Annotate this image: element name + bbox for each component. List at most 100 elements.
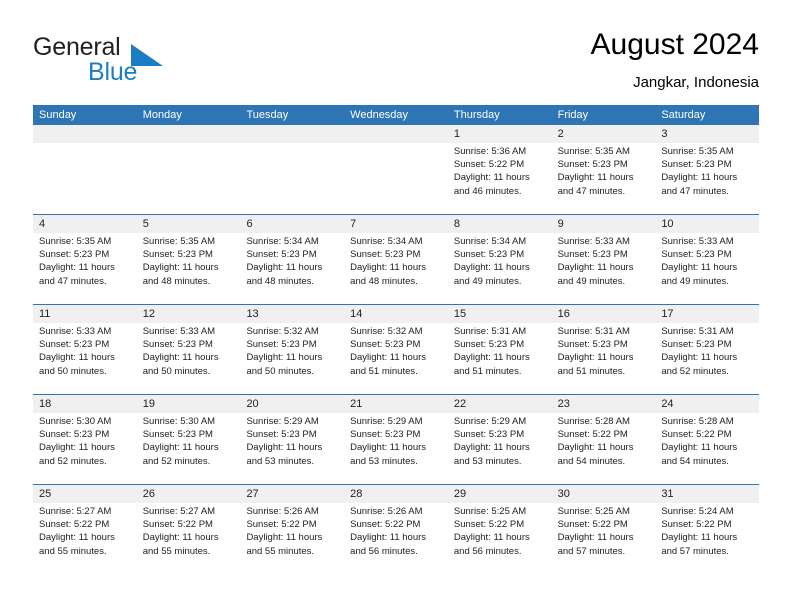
day-cell[interactable]: Sunrise: 5:35 AM Sunset: 5:23 PM Daylight:… <box>33 233 137 304</box>
day-number[interactable]: 17 <box>655 305 759 323</box>
day-cell[interactable]: Sunrise: 5:29 AM Sunset: 5:23 PM Daylight:… <box>344 413 448 484</box>
day-cell[interactable]: Sunrise: 5:32 AM Sunset: 5:23 PM Daylight:… <box>344 323 448 394</box>
sunrise-text: Sunrise: 5:29 AM <box>453 416 527 427</box>
daylight-text-cont: and 49 minutes. <box>661 275 729 287</box>
daylight-text-cont: and 48 minutes. <box>246 275 315 287</box>
sunset-text: Sunset: 5:23 PM <box>661 339 732 351</box>
week-cell-band: Sunrise: 5:30 AM Sunset: 5:23 PM Daylight:… <box>33 413 759 484</box>
day-cell[interactable]: Sunrise: 5:35 AM Sunset: 5:23 PM Daylight:… <box>137 233 241 304</box>
day-number[interactable]: 26 <box>137 485 241 503</box>
day-number[interactable]: 24 <box>655 395 759 413</box>
sunrise-text: Sunrise: 5:31 AM <box>557 326 630 337</box>
day-cell[interactable]: Sunrise: 5:32 AM Sunset: 5:23 PM Daylight:… <box>240 323 344 394</box>
sunset-text: Sunset: 5:22 PM <box>453 159 525 171</box>
day-number[interactable]: 27 <box>240 485 344 503</box>
day-cell[interactable]: Sunrise: 5:24 AM Sunset: 5:22 PM Daylight:… <box>655 503 759 574</box>
day-cell[interactable]: Sunrise: 5:28 AM Sunset: 5:22 PM Daylight:… <box>552 413 656 484</box>
day-number[interactable]: 7 <box>344 215 448 233</box>
day-cell[interactable]: Sunrise: 5:29 AM Sunset: 5:23 PM Daylight:… <box>240 413 344 484</box>
day-cell[interactable]: Sunrise: 5:27 AM Sunset: 5:22 PM Daylight:… <box>33 503 137 574</box>
day-number[interactable]: 16 <box>552 305 656 323</box>
day-cell[interactable]: Sunrise: 5:36 AM Sunset: 5:22 PM Daylight:… <box>448 143 552 214</box>
day-number[interactable]: 31 <box>655 485 759 503</box>
day-number[interactable]: 20 <box>240 395 344 413</box>
day-number[interactable]: 11 <box>33 305 137 323</box>
day-number[interactable]: 21 <box>344 395 448 413</box>
day-number[interactable]: 1 <box>448 125 552 143</box>
day-cell[interactable]: Sunrise: 5:34 AM Sunset: 5:23 PM Daylight:… <box>344 233 448 304</box>
day-number[interactable]: 3 <box>655 125 759 143</box>
daylight-text-cont: and 46 minutes. <box>453 185 522 197</box>
day-number[interactable]: 13 <box>240 305 344 323</box>
day-number[interactable]: 6 <box>240 215 344 233</box>
general-blue-logo[interactable]: General Blue <box>33 33 213 86</box>
day-cell[interactable]: Sunrise: 5:26 AM Sunset: 5:22 PM Daylight:… <box>344 503 448 574</box>
day-number[interactable]: 28 <box>344 485 448 503</box>
day-cell[interactable]: Sunrise: 5:26 AM Sunset: 5:22 PM Daylight:… <box>240 503 344 574</box>
day-cell[interactable]: Sunrise: 5:28 AM Sunset: 5:22 PM Daylight:… <box>655 413 759 484</box>
day-cell[interactable]: Sunrise: 5:34 AM Sunset: 5:23 PM Daylight:… <box>240 233 344 304</box>
day-cell[interactable]: Sunrise: 5:31 AM Sunset: 5:23 PM Daylight:… <box>552 323 656 394</box>
day-number[interactable]: 30 <box>552 485 656 503</box>
daylight-text-cont: and 53 minutes. <box>246 455 315 467</box>
sunrise-text: Sunrise: 5:28 AM <box>661 416 734 427</box>
day-number[interactable]: 19 <box>137 395 241 413</box>
day-number[interactable]: 22 <box>448 395 552 413</box>
day-number[interactable]: 23 <box>552 395 656 413</box>
day-cell[interactable]: Sunrise: 5:25 AM Sunset: 5:22 PM Daylight:… <box>552 503 656 574</box>
day-cell[interactable]: Sunrise: 5:25 AM Sunset: 5:22 PM Daylight:… <box>448 503 552 574</box>
day-cell[interactable]: Sunrise: 5:31 AM Sunset: 5:23 PM Daylight:… <box>448 323 552 394</box>
day-number[interactable]: 25 <box>33 485 137 503</box>
sunrise-text: Sunrise: 5:32 AM <box>246 326 319 337</box>
day-cell[interactable]: Sunrise: 5:27 AM Sunset: 5:22 PM Daylight:… <box>137 503 241 574</box>
day-cell[interactable]: Sunrise: 5:30 AM Sunset: 5:23 PM Daylight:… <box>33 413 137 484</box>
daylight-text-cont: and 47 minutes. <box>39 275 107 287</box>
sunrise-text: Sunrise: 5:33 AM <box>661 236 734 247</box>
daylight-text-cont: and 48 minutes. <box>350 275 418 287</box>
day-cell[interactable]: Sunrise: 5:31 AM Sunset: 5:23 PM Daylight:… <box>655 323 759 394</box>
day-number[interactable]: 8 <box>448 215 552 233</box>
daylight-text: Daylight: 11 hours <box>557 262 634 274</box>
logo-text-blue: Blue <box>88 58 138 86</box>
sunset-text: Sunset: 5:23 PM <box>246 429 317 441</box>
sunset-text: Sunset: 5:23 PM <box>557 159 628 171</box>
daylight-text: Daylight: 11 hours <box>350 262 427 274</box>
daylight-text: Daylight: 11 hours <box>142 532 219 544</box>
daylight-text-cont: and 52 minutes. <box>142 455 211 467</box>
day-cell[interactable]: Sunrise: 5:34 AM Sunset: 5:23 PM Daylight:… <box>448 233 552 304</box>
week-cell-band: Sunrise: 5:33 AM Sunset: 5:23 PM Daylight:… <box>33 323 759 394</box>
day-cell[interactable]: Sunrise: 5:33 AM Sunset: 5:23 PM Daylight:… <box>655 233 759 304</box>
day-number[interactable]: 9 <box>552 215 656 233</box>
week-day-number-band: 25 26 27 28 29 30 31 <box>33 485 759 503</box>
day-cell[interactable]: Sunrise: 5:33 AM Sunset: 5:23 PM Daylight:… <box>33 323 137 394</box>
day-cell[interactable]: Sunrise: 5:29 AM Sunset: 5:23 PM Daylight:… <box>448 413 552 484</box>
daylight-text-cont: and 53 minutes. <box>453 455 522 467</box>
day-number[interactable]: 18 <box>33 395 137 413</box>
day-number[interactable]: 10 <box>655 215 759 233</box>
day-number[interactable]: 5 <box>137 215 241 233</box>
day-cell[interactable]: Sunrise: 5:33 AM Sunset: 5:23 PM Daylight:… <box>552 233 656 304</box>
day-number[interactable]: 15 <box>448 305 552 323</box>
sunset-text: Sunset: 5:23 PM <box>557 339 628 351</box>
calendar-week-row: 18 19 20 21 22 23 24 Sunrise: 5:30 AM Sunset: 5:… <box>33 394 759 484</box>
day-cell[interactable]: Sunrise: 5:35 AM Sunset: 5:23 PM Daylight:… <box>655 143 759 214</box>
sunset-text: Sunset: 5:22 PM <box>557 519 628 531</box>
day-cell[interactable]: Sunrise: 5:33 AM Sunset: 5:23 PM Daylight:… <box>137 323 241 394</box>
daylight-text: Daylight: 11 hours <box>39 352 115 364</box>
daylight-text: Daylight: 11 hours <box>557 532 634 544</box>
sunrise-text: Sunrise: 5:35 AM <box>142 236 216 247</box>
day-number[interactable]: 12 <box>137 305 241 323</box>
day-number[interactable]: 29 <box>448 485 552 503</box>
weekday-header-wednesday: Wednesday <box>350 109 409 121</box>
sunset-text: Sunset: 5:22 PM <box>661 519 732 531</box>
day-cell[interactable]: Sunrise: 5:35 AM Sunset: 5:23 PM Daylight:… <box>552 143 656 214</box>
sunset-text: Sunset: 5:23 PM <box>39 429 110 441</box>
sunset-text: Sunset: 5:23 PM <box>39 249 110 261</box>
day-number[interactable]: 4 <box>33 215 137 233</box>
day-number[interactable]: 14 <box>344 305 448 323</box>
calendar-page: General Blue August 2024 Jangkar, Indone… <box>0 0 792 612</box>
day-number[interactable]: 2 <box>552 125 656 143</box>
day-cell[interactable]: Sunrise: 5:30 AM Sunset: 5:23 PM Daylight:… <box>137 413 241 484</box>
daylight-text-cont: and 50 minutes. <box>246 365 315 377</box>
page-title: August 2024 <box>590 28 759 61</box>
